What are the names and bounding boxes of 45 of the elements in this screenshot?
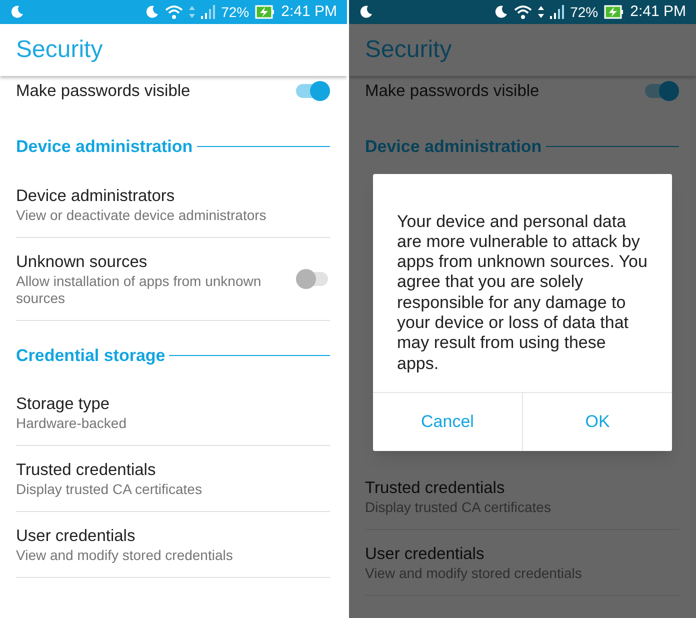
section-header: Device administration xyxy=(16,136,193,158)
data-arrows-icon xyxy=(189,5,196,19)
item-subtitle: Hardware-backed xyxy=(16,415,128,432)
section-header: Device administration xyxy=(365,136,542,158)
item-subtitle: View and modify stored credentials xyxy=(16,547,234,564)
dialog-message: Your device and personal data are more vulnerable to attack by apps from unknown sources. You agree that you are solely responsible for any damage to your device or loss of data that may result from using these apps. xyxy=(396,210,648,375)
settings-item[interactable]: Storage type Hardware-backed xyxy=(16,380,330,446)
battery-percent: 72% xyxy=(570,2,598,22)
moon-icon xyxy=(145,5,160,19)
toggle-switch[interactable] xyxy=(645,81,679,101)
settings-item[interactable]: User credentials View and modify stored credentials xyxy=(16,512,330,578)
clock-time: 2:41 PM xyxy=(630,2,686,22)
item-subtitle: View or deactivate device administrators xyxy=(16,206,268,224)
section-header: Credential storage xyxy=(16,344,166,367)
item-title: Make passwords visible xyxy=(16,81,192,102)
item-subtitle: Allow installation of apps from unknown sources xyxy=(16,272,262,306)
moon-icon xyxy=(359,5,373,19)
settings-item[interactable]: Device administrators View or deactivate device administrators xyxy=(16,172,330,238)
data-arrows-icon xyxy=(538,5,544,19)
item-title: Storage type xyxy=(16,394,111,415)
battery-charging-icon xyxy=(255,5,276,19)
battery-percent: 72% xyxy=(221,2,250,22)
screen-title: Security xyxy=(16,35,103,65)
item-title: User credentials xyxy=(16,526,136,547)
wifi-icon xyxy=(165,5,184,19)
wifi-icon xyxy=(514,5,532,19)
signal-icon xyxy=(550,5,564,19)
moon-icon xyxy=(494,5,508,19)
item-title: Trusted credentials xyxy=(16,460,157,481)
settings-item[interactable]: Trusted credentials Display trusted CA certificates xyxy=(16,446,330,512)
clock-time: 2:41 PM xyxy=(281,2,337,22)
screen-title: Security xyxy=(365,35,452,65)
item-title: Device administrators xyxy=(16,186,176,206)
item-title: Make passwords visible xyxy=(365,81,540,102)
signal-icon xyxy=(201,5,216,19)
battery-charging-icon xyxy=(604,5,624,19)
moon-icon xyxy=(10,5,24,19)
item-title: Unknown sources xyxy=(16,252,148,272)
toggle-switch[interactable] xyxy=(296,81,330,101)
item-title: Trusted credentials xyxy=(365,478,506,499)
item-subtitle: Display trusted CA certificates xyxy=(16,481,203,498)
item-title: User credentials xyxy=(365,544,486,565)
toggle-switch[interactable] xyxy=(296,268,330,288)
settings-item[interactable]: Unknown sources Allow installation of apps from unknown sources xyxy=(16,238,330,320)
settings-item[interactable]: Make passwords visible xyxy=(16,76,330,112)
